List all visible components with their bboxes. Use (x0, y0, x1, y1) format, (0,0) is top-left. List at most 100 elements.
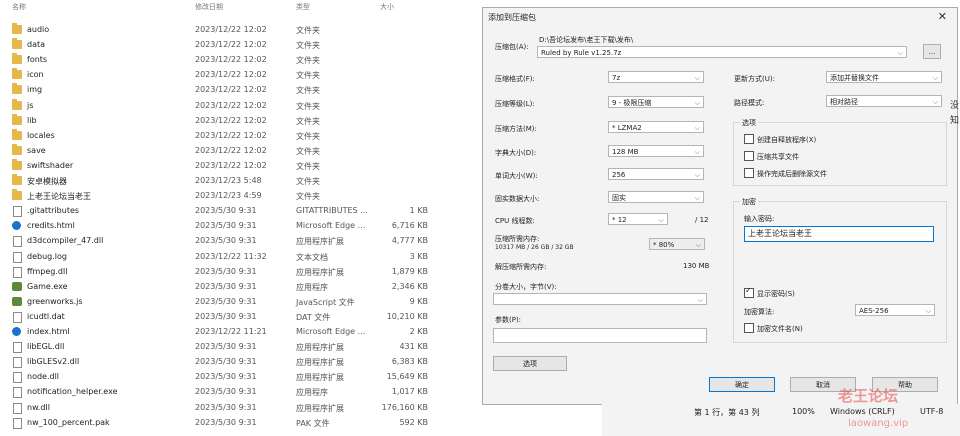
archive-name-value: Ruled by Rule v1.25.7z (541, 49, 622, 57)
split-select[interactable]: ⌵ (493, 293, 707, 305)
update-select[interactable]: 添加并替换文件 ⌵ (826, 71, 942, 83)
path-mode-select[interactable]: 相对路径 ⌵ (826, 95, 942, 107)
file-type: 应用程序扩展 (296, 358, 344, 368)
file-row[interactable]: nw.dll 2023/5/30 9:31 应用程序扩展 176,160 KB (0, 400, 440, 415)
file-name: locales (27, 130, 55, 140)
encrypt-names-checkbox[interactable] (744, 323, 754, 333)
method-select[interactable]: * LZMA2 ⌵ (608, 121, 704, 133)
file-name: notification_helper.exe (27, 387, 118, 397)
delete-checkbox[interactable] (744, 168, 754, 178)
file-date: 2023/5/30 9:31 (195, 221, 257, 231)
file-size: 6,383 KB (391, 357, 428, 367)
file-type: 文件夹 (296, 56, 320, 66)
enc-method-value: AES-256 (859, 307, 889, 315)
close-icon[interactable]: ✕ (938, 10, 947, 23)
folder-icon (12, 158, 22, 170)
format-select[interactable]: 7z ⌵ (608, 71, 704, 83)
level-select[interactable]: 9 - 极限压缩 ⌵ (608, 96, 704, 108)
enc-method-select[interactable]: AES-256 ⌵ (855, 304, 935, 316)
options-group-title: 选项 (740, 118, 758, 128)
format-label: 压缩格式(F): (495, 75, 535, 83)
archive-name-combo[interactable]: Ruled by Rule v1.25.7z ⌵ (537, 46, 907, 58)
file-name: libEGL.dll (27, 342, 65, 352)
column-header-date[interactable]: 修改日期 (195, 2, 223, 14)
file-name: Game.exe (27, 281, 68, 291)
file-icon (13, 417, 22, 429)
file-row[interactable]: .gitattributes 2023/5/30 9:31 GITATTRIBUTE… (0, 203, 440, 218)
file-row[interactable]: save 2023/12/22 12:02 文件夹 (0, 143, 440, 158)
chevron-down-icon: ⌵ (694, 74, 700, 82)
file-date: 2023/12/22 12:02 (195, 115, 267, 125)
file-name: fonts (27, 55, 48, 65)
sfx-checkbox[interactable] (744, 134, 754, 144)
dict-select[interactable]: 128 MB ⌵ (608, 145, 704, 157)
file-size: 1,017 KB (391, 387, 428, 397)
file-row[interactable]: swiftshader 2023/12/22 12:02 文件夹 (0, 158, 440, 173)
word-select[interactable]: 256 ⌵ (608, 168, 704, 180)
folder-icon (12, 189, 22, 201)
file-type: 应用程序扩展 (296, 403, 344, 413)
file-name: debug.log (27, 251, 67, 261)
file-row[interactable]: js 2023/12/22 12:02 文件夹 (0, 98, 440, 113)
params-input[interactable] (493, 328, 707, 343)
file-row[interactable]: greenworks.js 2023/5/30 9:31 JavaScript 文件… (0, 294, 440, 309)
file-row[interactable]: Game.exe 2023/5/30 9:31 应用程序 2,346 KB (0, 279, 440, 294)
file-row[interactable]: libGLESv2.dll 2023/5/30 9:31 应用程序扩展 6,383 K… (0, 354, 440, 369)
file-type: 文本文档 (296, 252, 328, 262)
edge-icon (12, 221, 21, 231)
file-type: Microsoft Edge ... (296, 221, 366, 231)
mem-select[interactable]: * 80% ⌵ (649, 238, 705, 250)
file-row[interactable]: img 2023/12/22 12:02 文件夹 (0, 82, 440, 97)
file-type: GITATTRIBUTES ... (296, 206, 368, 216)
file-row[interactable]: audio 2023/12/22 12:02 文件夹 (0, 22, 440, 37)
file-row[interactable]: 安卓模拟器 2023/12/23 5:48 文件夹 (0, 173, 440, 188)
browse-button[interactable]: ... (923, 44, 941, 59)
password-input[interactable]: 上老王论坛当老王 (744, 226, 934, 242)
column-header-size[interactable]: 大小 (380, 2, 394, 14)
file-row[interactable]: node.dll 2023/5/30 9:31 应用程序扩展 15,649 KB (0, 369, 440, 384)
file-row[interactable]: index.html 2023/12/22 11:21 Microsoft Edge… (0, 324, 440, 339)
dict-label: 字典大小(D): (495, 149, 537, 157)
file-row[interactable]: icudtl.dat 2023/5/30 9:31 DAT 文件 10,210 KB (0, 309, 440, 324)
shared-checkbox[interactable] (744, 151, 754, 161)
file-row[interactable]: 上老王论坛当老王 2023/12/23 4:59 文件夹 (0, 188, 440, 203)
file-row[interactable]: d3dcompiler_47.dll 2023/5/30 9:31 应用程序扩展 4,… (0, 233, 440, 248)
line-ending[interactable]: Windows (CRLF) (830, 407, 895, 416)
file-row[interactable]: locales 2023/12/22 12:02 文件夹 (0, 128, 440, 143)
file-size: 9 KB (409, 296, 428, 306)
file-date: 2023/5/30 9:31 (195, 402, 257, 412)
options-button[interactable]: 选项 (493, 356, 567, 371)
column-header-name[interactable]: 名称 (12, 2, 26, 14)
file-date: 2023/5/30 9:31 (195, 236, 257, 246)
file-row[interactable]: data 2023/12/22 12:02 文件夹 (0, 37, 440, 52)
chevron-down-icon: ⌵ (694, 148, 700, 156)
file-row[interactable]: credits.html 2023/5/30 9:31 Microsoft Edge… (0, 218, 440, 233)
file-name: lib (27, 115, 37, 125)
file-row[interactable]: icon 2023/12/22 12:02 文件夹 (0, 67, 440, 82)
format-value: 7z (612, 74, 621, 82)
file-icon (13, 311, 22, 323)
solid-select[interactable]: 固实 ⌵ (608, 191, 704, 203)
file-type: 文件夹 (296, 192, 320, 202)
ok-button[interactable]: 确定 (709, 377, 775, 392)
file-size: 4,777 KB (391, 236, 428, 246)
file-row[interactable]: debug.log 2023/12/22 11:32 文本文档 3 KB (0, 249, 440, 264)
encoding[interactable]: UTF-8 (920, 407, 943, 416)
zoom-level[interactable]: 100% (792, 407, 815, 416)
file-row[interactable]: ffmpeg.dll 2023/5/30 9:31 应用程序扩展 1,879 KB (0, 264, 440, 279)
threads-select[interactable]: * 12 ⌵ (608, 213, 668, 225)
folder-icon (12, 98, 22, 110)
file-row[interactable]: libEGL.dll 2023/5/30 9:31 应用程序扩展 431 KB (0, 339, 440, 354)
file-row[interactable]: notification_helper.exe 2023/5/30 9:31 应用程… (0, 384, 440, 399)
file-type: 应用程序扩展 (296, 237, 344, 247)
file-date: 2023/12/22 12:02 (195, 130, 267, 140)
file-name: credits.html (27, 221, 75, 231)
show-password-checkbox[interactable] (744, 286, 754, 298)
app-icon (12, 281, 22, 291)
file-row[interactable]: nw_100_percent.pak 2023/5/30 9:31 PAK 文件 59… (0, 415, 440, 430)
column-header-type[interactable]: 类型 (296, 2, 310, 14)
file-icon (13, 387, 22, 399)
file-icon (13, 402, 22, 414)
file-row[interactable]: lib 2023/12/22 12:02 文件夹 (0, 113, 440, 128)
file-row[interactable]: fonts 2023/12/22 12:02 文件夹 (0, 52, 440, 67)
